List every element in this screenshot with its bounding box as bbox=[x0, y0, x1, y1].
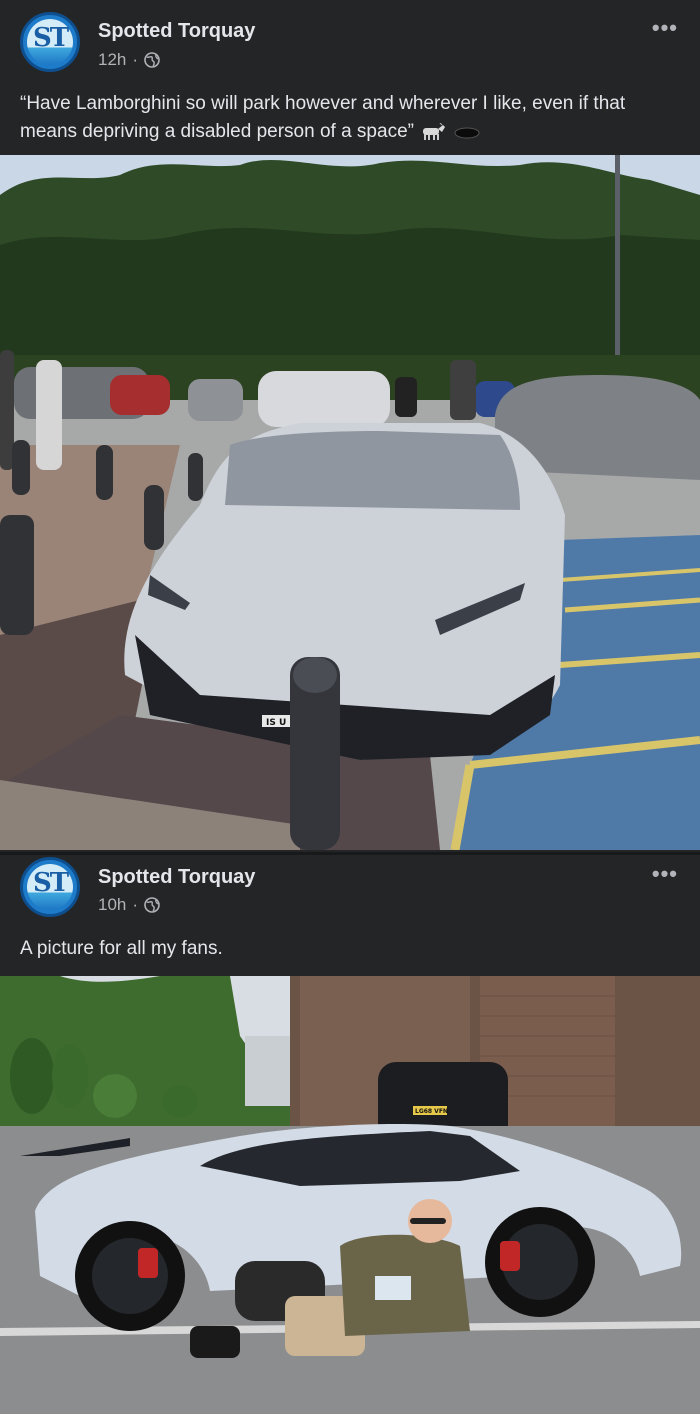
goat-emoji-icon bbox=[423, 122, 446, 140]
photo-scene-1: IS U bbox=[0, 155, 700, 850]
post-header: ST Spotted Torquay 12h · ••• bbox=[0, 0, 700, 82]
page-name[interactable]: Spotted Torquay bbox=[98, 20, 255, 43]
post-photo-lamborghini-parked[interactable]: IS U bbox=[0, 155, 700, 850]
more-options-icon[interactable]: ••• bbox=[652, 863, 678, 885]
page-avatar[interactable]: ST bbox=[20, 12, 80, 72]
post-caption: “Have Lamborghini so will park however a… bbox=[20, 90, 685, 146]
more-options-icon[interactable]: ••• bbox=[652, 17, 678, 39]
page-avatar[interactable]: ST bbox=[20, 857, 80, 917]
post-time[interactable]: 10h bbox=[98, 895, 126, 915]
photo-scene-2: LG68 VFN bbox=[0, 976, 700, 1414]
globe-icon[interactable] bbox=[144, 52, 160, 68]
post-time[interactable]: 12h bbox=[98, 50, 126, 70]
post-header: ST Spotted Torquay 10h · ••• bbox=[0, 855, 700, 937]
post-meta: 12h · bbox=[98, 50, 160, 70]
hole-emoji-icon bbox=[454, 127, 480, 139]
meta-separator: · bbox=[132, 50, 139, 69]
globe-icon[interactable] bbox=[144, 897, 160, 913]
post-meta: 10h · bbox=[98, 895, 160, 915]
post-photo-lamborghini-owner[interactable]: LG68 VFN bbox=[0, 976, 700, 1414]
post-2: ST Spotted Torquay 10h · ••• A picture f… bbox=[0, 852, 700, 1414]
meta-separator: · bbox=[132, 895, 139, 914]
post-caption: A picture for all my fans. bbox=[20, 935, 685, 963]
license-plate-text: IS U bbox=[266, 718, 286, 728]
post-1: ST Spotted Torquay 12h · ••• “Have Lambo… bbox=[0, 0, 700, 852]
caption-text: “Have Lamborghini so will park however a… bbox=[20, 93, 626, 142]
caption-text: A picture for all my fans. bbox=[20, 938, 223, 959]
tesla-license-plate: LG68 VFN bbox=[415, 1108, 448, 1115]
page-name[interactable]: Spotted Torquay bbox=[98, 866, 255, 889]
